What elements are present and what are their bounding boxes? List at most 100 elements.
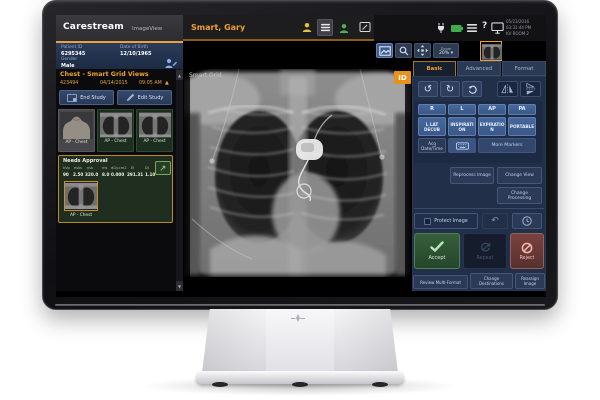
help-icon[interactable]: ? [482,21,487,31]
patient-icon[interactable] [302,22,312,32]
patient-info-box: Patient ID 6295345 Date of Birth 12/10/1… [56,41,183,69]
thumbnail-label: AP - Chest [65,140,89,145]
param-value: 1.10 [145,172,155,177]
marker-expiration-button[interactable]: EXPIRATION [478,117,506,136]
tab-basic[interactable]: Basic [413,61,456,76]
needs-approval-group: Needs Approval kVp mAs mA ms dGy.cm2 EI … [58,155,173,223]
param-value: 2.50 [73,172,83,177]
keyboard-marker-button[interactable] [448,138,476,153]
power-plug-icon [436,23,446,33]
display-status-icon [491,22,504,34]
menu-icon[interactable] [467,23,477,33]
marker-portable-button[interactable]: PORTABLE [508,117,536,136]
zoom-level-dropdown[interactable]: Zoom 20% ▾ [433,43,459,58]
change-destinations-button[interactable]: Change Destinations [470,273,513,289]
check-icon [430,241,444,252]
param-label: mAs [74,166,82,170]
param-label: dGy.cm2 [111,166,127,170]
param-label: EI [131,166,134,170]
param-label: ms [102,166,107,170]
monitor-bezel: Carestream ImageView Smart, Gary [42,0,558,310]
history-button[interactable] [512,213,542,229]
thumbnail-xray-1[interactable]: AP - Chest [97,109,134,152]
chest-xray-image[interactable] [184,69,411,277]
reassign-image-button[interactable]: Reassign Image [515,273,545,289]
patient-name: Smart, Gary [191,23,245,32]
edit-patient-icon[interactable] [165,58,177,68]
thumbnail-label: AP - Chest [104,139,128,144]
param-value: 0.000 [111,172,124,177]
exam-pad-icon[interactable] [359,21,371,33]
xray-image [100,112,132,138]
approval-thumbnail-label: AP - Chest [64,213,98,218]
reject-label: Reject [520,256,535,261]
edit-study-button[interactable]: Edit Study [117,90,172,105]
tab-advanced[interactable]: Advanced [457,61,501,76]
marker-pa-button[interactable]: PA [508,104,536,115]
stand-foot [292,382,308,387]
protect-image-checkbox[interactable]: Protect Image [414,213,478,229]
thumbnail-body-map[interactable]: AP - Chest [58,109,95,152]
acq-datetime-button[interactable]: Acq Date/Time [418,138,446,153]
study-time: 09:05 AM [139,81,162,86]
pencil-icon [126,93,135,102]
marker-l-button[interactable]: L [448,104,476,115]
flip-horizontal-button[interactable] [497,81,518,97]
magnifier-tool-button[interactable] [395,43,412,58]
rotate-cw-button[interactable]: ↻ [440,81,460,97]
review-multi-format-button[interactable]: Review Multi-Format [413,275,468,289]
top-bar: Carestream ImageView Smart, Gary [56,15,546,41]
id-marker-badge[interactable]: ID [394,71,411,84]
change-processing-button[interactable]: Change Processing [497,187,542,204]
chevron-down-icon: ▾ [451,51,453,56]
scroll-down-button[interactable]: ▼ [176,281,183,291]
filmstrip-current-thumbnail[interactable] [480,41,502,61]
marker-r-button[interactable]: R [418,104,446,115]
change-view-button[interactable]: Change View [497,167,542,184]
stand-foot [372,382,388,387]
thumbnail-xray-2[interactable]: AP - Chest [136,109,173,152]
stand-foot [212,382,228,387]
reject-button[interactable]: Reject [510,233,544,269]
needs-approval-title: Needs Approval [63,158,108,164]
marker-llat-decub-button[interactable]: L LAT DECUB [418,117,446,136]
marker-ap-button[interactable]: AP [478,104,506,115]
protect-image-label: Protect Image [434,219,468,224]
tab-format[interactable]: Format [502,61,546,76]
approval-thumbnail[interactable] [64,181,98,211]
reject-icon [521,242,533,254]
study-title: Chest - Smart Grid Views [60,71,149,78]
gender-value: Male [61,63,74,69]
send-for-approval-button[interactable] [155,161,171,175]
param-label: DI [145,166,149,170]
accept-button[interactable]: Accept [414,233,460,269]
rotate-ccw-button[interactable]: ↺ [418,81,438,97]
annotation-tool-button[interactable] [376,43,393,58]
accept-label: Accept [428,255,445,261]
study-scrollbar[interactable] [176,69,183,291]
param-value: 90 [63,172,69,177]
rotate-180-button[interactable] [462,81,482,97]
zoom-value: 20% [439,51,449,56]
panel-divider [414,208,544,209]
pan-tool-button[interactable] [414,43,431,58]
param-label: mA [87,166,93,170]
technologist-icon[interactable] [339,22,349,33]
flip-vertical-button[interactable] [520,81,541,97]
more-markers-button[interactable]: More Markers [478,138,536,153]
worklist-button[interactable] [317,19,333,36]
brand-logo: Carestream [63,22,124,32]
param-label: kVp [63,166,70,170]
marketing-canvas: Carestream ImageView Smart, Gary [0,0,600,400]
undo-button[interactable]: ↶ [482,213,508,229]
status-text: 05/23/2016 03:31:44 PM KV ROOM 2 [506,19,546,37]
end-study-button[interactable]: End Study [59,90,114,105]
marker-inspiration-button[interactable]: INSPIRATION [448,117,476,136]
scroll-up-button[interactable]: ▲ [176,70,183,80]
battery-icon [450,24,463,32]
warning-icon: ▲ [165,80,169,86]
reprocess-image-button[interactable]: Reprocess Image [450,167,494,184]
xray-image [139,112,171,138]
study-accession: 423494 [60,81,78,86]
gender-label: Gender [61,57,77,62]
